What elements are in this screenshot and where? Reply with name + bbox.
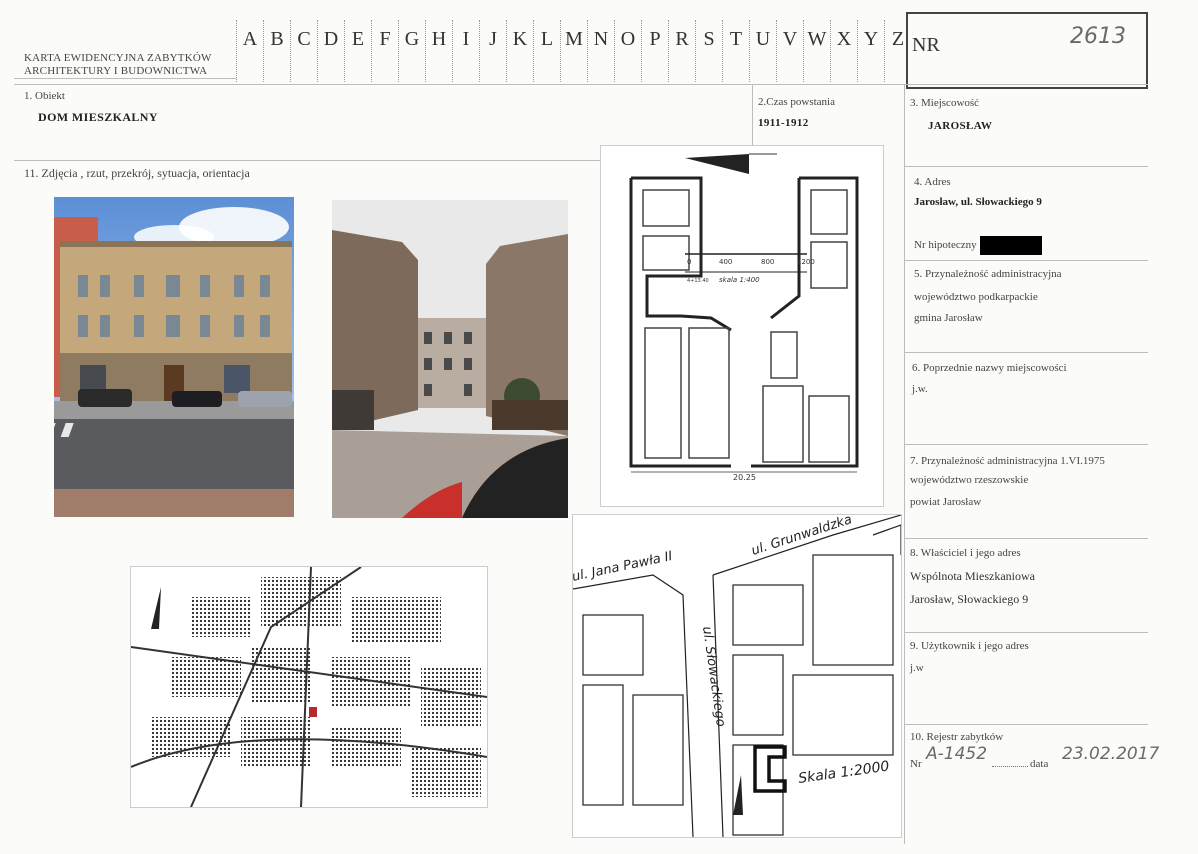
index-letter: K bbox=[506, 20, 533, 82]
index-letter: H bbox=[425, 20, 452, 82]
index-letter: U bbox=[749, 20, 776, 82]
register-date-label: data bbox=[1030, 758, 1049, 770]
situation-map: ul. Jana Pawła II ul. Grunwaldzka ul. Sł… bbox=[572, 514, 902, 838]
object-value: DOM MIESZKALNY bbox=[38, 110, 158, 124]
plan-scale-1200: 1200 bbox=[797, 258, 815, 266]
plan-scale-800: 800 bbox=[761, 258, 774, 266]
address-value: Jarosław, ul. Słowackiego 9 bbox=[914, 196, 1042, 208]
index-letter: O bbox=[614, 20, 641, 82]
index-letter: F bbox=[371, 20, 398, 82]
nr-label: NR bbox=[912, 34, 940, 56]
index-letter: V bbox=[776, 20, 803, 82]
register-nr-value: A-1452 bbox=[926, 744, 988, 764]
admin-1975-county: powiat Jarosław bbox=[910, 496, 982, 508]
index-letter: I bbox=[452, 20, 479, 82]
object-label: 1. Obiekt bbox=[24, 90, 65, 102]
town-orientation-map bbox=[130, 566, 488, 808]
facade-photo bbox=[54, 197, 294, 517]
town-value: JAROSŁAW bbox=[928, 120, 993, 132]
admin-label: 5. Przynależność administracyjna bbox=[914, 268, 1062, 280]
document-title: KARTA EWIDENCYJNA ZABYTKÓW ARCHITEKTURY … bbox=[24, 52, 212, 78]
index-letter: R bbox=[668, 20, 695, 82]
index-letter: B bbox=[263, 20, 290, 82]
mortgage-label: Nr hipoteczny bbox=[914, 239, 977, 251]
index-letter: S bbox=[695, 20, 722, 82]
plan-scale-text: skala 1:400 bbox=[719, 276, 760, 284]
user-label: 9. Użytkownik i jego adres bbox=[910, 640, 1029, 652]
nr-value: 2613 bbox=[1070, 24, 1126, 49]
index-letter: X bbox=[830, 20, 857, 82]
index-letter: J bbox=[479, 20, 506, 82]
redacted-mortgage-number bbox=[980, 236, 1042, 255]
town-label: 3. Miejscowość bbox=[910, 97, 980, 109]
index-letter: L bbox=[533, 20, 560, 82]
index-letter: G bbox=[398, 20, 425, 82]
register-nr-prefix: Nr bbox=[910, 758, 922, 770]
title-line-1: KARTA EWIDENCYJNA ZABYTKÓW bbox=[24, 52, 212, 64]
index-letter: C bbox=[290, 20, 317, 82]
index-letter: D bbox=[317, 20, 344, 82]
admin-1975-label: 7. Przynależność administracyjna 1.VI.19… bbox=[910, 455, 1105, 467]
index-letter: P bbox=[641, 20, 668, 82]
index-letter: M bbox=[560, 20, 587, 82]
index-letters: ABCDEFGHIJKLMNOPRSTUVWXYZ bbox=[236, 20, 911, 82]
plan-scale-400: 400 bbox=[719, 258, 732, 266]
index-letter: Y bbox=[857, 20, 884, 82]
plan-side-text: 4+13.40 bbox=[687, 278, 709, 284]
plan-dimension: 20.25 bbox=[733, 473, 756, 482]
admin-voivodeship: województwo podkarpackie bbox=[914, 291, 1038, 303]
title-line-2: ARCHITEKTURY I BUDOWNICTWA bbox=[24, 65, 208, 77]
owner-address: Jarosław, Słowackiego 9 bbox=[910, 592, 1029, 606]
index-letter: E bbox=[344, 20, 371, 82]
admin-1975-voivodeship: województwo rzeszowskie bbox=[910, 474, 1029, 486]
index-letter: N bbox=[587, 20, 614, 82]
admin-commune: gmina Jarosław bbox=[914, 312, 983, 324]
index-letter: A bbox=[236, 20, 263, 82]
address-label: 4. Adres bbox=[914, 176, 951, 188]
date-value: 1911-1912 bbox=[758, 117, 809, 129]
former-names-label: 6. Poprzednie nazwy miejscowości bbox=[912, 362, 1067, 374]
index-letter: T bbox=[722, 20, 749, 82]
owner-name: Wspólnota Mieszkaniowa bbox=[910, 569, 1035, 583]
register-label: 10. Rejestr zabytków bbox=[910, 731, 1004, 743]
date-label: 2.Czas powstania bbox=[758, 96, 835, 108]
floor-plan: 0 400 800 1200 skala 1:400 4+13.40 20.25 bbox=[600, 145, 884, 507]
user-value: j.w bbox=[910, 662, 924, 674]
index-letter: W bbox=[803, 20, 830, 82]
former-names-value: j.w. bbox=[912, 383, 928, 395]
register-date-value: 23.02.2017 bbox=[1062, 744, 1160, 764]
photos-label: 11. Zdjęcia , rzut, przekrój, sytuacja, … bbox=[24, 166, 250, 180]
owner-label: 8. Właściciel i jego adres bbox=[910, 547, 1021, 559]
courtyard-photo bbox=[332, 200, 568, 518]
plan-scale-0: 0 bbox=[687, 258, 691, 266]
